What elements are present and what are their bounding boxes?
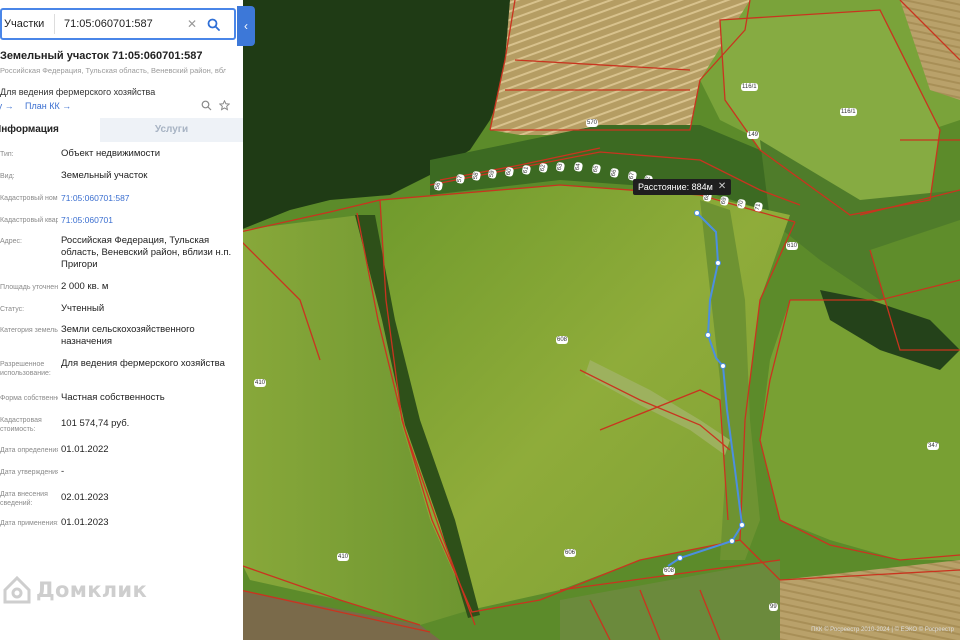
collapse-panel-button[interactable]: ‹ bbox=[237, 6, 255, 46]
parcel-purpose: Для ведения фермерского хозяйства bbox=[0, 87, 156, 97]
detail-label: Кадастровая стоимость: bbox=[0, 417, 42, 433]
detail-value: - bbox=[61, 466, 65, 477]
distance-tooltip: Расстояние: 884м ✕ bbox=[633, 179, 732, 195]
detail-value: Объект недвижимости bbox=[61, 148, 161, 159]
detail-value: Для ведения фермерского хозяйства bbox=[61, 358, 225, 369]
detail-value: 01.01.2023 bbox=[61, 517, 109, 528]
detail-label: Форма собственности: bbox=[0, 395, 58, 402]
plot-label: 608 bbox=[556, 336, 569, 344]
detail-label: Дата определения: bbox=[0, 447, 58, 454]
detail-label: Дата применения: bbox=[0, 520, 58, 527]
detail-label: Адрес: bbox=[0, 238, 22, 245]
tab-services[interactable]: Услуги bbox=[100, 118, 243, 142]
plot-label: 606 bbox=[564, 549, 577, 557]
detail-value: 101 574,74 руб. bbox=[61, 418, 130, 429]
close-icon[interactable]: ✕ bbox=[718, 179, 726, 195]
search-icon bbox=[207, 18, 220, 31]
star-icon[interactable] bbox=[218, 99, 231, 113]
distance-label: Расстояние: 884м bbox=[638, 182, 713, 192]
detail-value: 2 000 кв. м bbox=[61, 281, 109, 292]
plot-label: 99 bbox=[769, 603, 778, 611]
domclick-wordmark: Домклик bbox=[36, 578, 147, 602]
detail-label: Площадь уточненная: bbox=[0, 284, 58, 291]
plot-label: 347 bbox=[927, 442, 940, 450]
detail-value: Земельный участок bbox=[61, 170, 148, 181]
search-input[interactable] bbox=[55, 18, 185, 30]
detail-value: 02.01.2023 bbox=[61, 492, 109, 503]
detail-value: Учтенный bbox=[61, 303, 105, 314]
detail-value: Земли сельскохозяйственного назначения bbox=[61, 324, 195, 347]
detail-label: Дата внесения сведений: bbox=[0, 491, 48, 507]
link-pusty[interactable]: Пусту → bbox=[0, 101, 14, 111]
search-button[interactable] bbox=[203, 14, 223, 34]
detail-label: Категория земель: bbox=[0, 327, 58, 334]
search-category-select[interactable]: Участки bbox=[2, 18, 54, 30]
detail-label: Кадастровый номер: bbox=[0, 195, 58, 202]
plot-label: 116/1 bbox=[840, 108, 857, 116]
search-bar: Участки ✕ bbox=[0, 8, 236, 40]
detail-value: Частная собственность bbox=[61, 392, 165, 403]
detail-label: Вид: bbox=[0, 173, 15, 180]
parcel-title: Земельный участок 71:05:060701:587 bbox=[0, 50, 203, 62]
chevron-left-icon: ‹ bbox=[244, 19, 248, 33]
cadastral-number-link[interactable]: 71:05:060701:587 bbox=[61, 192, 239, 204]
cadastral-quarter-link[interactable]: 71:05:060701 bbox=[61, 214, 239, 226]
detail-label: Дата утверждения: bbox=[0, 469, 58, 476]
link-plan-kk[interactable]: План КК → bbox=[25, 101, 71, 111]
detail-label: Тип: bbox=[0, 151, 14, 158]
plot-label: 570 bbox=[586, 119, 599, 127]
domclick-watermark: Домклик bbox=[2, 570, 147, 610]
panel-tabs: Информация Услуги bbox=[0, 118, 243, 142]
detail-label: Разрешенное использование: bbox=[0, 361, 51, 377]
tab-info[interactable]: Информация bbox=[0, 118, 94, 142]
clear-icon[interactable]: ✕ bbox=[185, 17, 199, 31]
plot-label: 116/1 bbox=[741, 83, 758, 91]
card-actions: Пусту → План КК → bbox=[0, 99, 236, 113]
detail-value: 01.01.2022 bbox=[61, 444, 109, 455]
plot-label: 410 bbox=[337, 553, 350, 561]
domclick-logo-icon bbox=[3, 575, 31, 604]
map-copyright: ПКК © Росреестр 2010-2024 | © ЕЭКО © Рос… bbox=[811, 627, 954, 633]
zoom-icon[interactable] bbox=[201, 100, 212, 113]
parcel-address: Российская Федерация, Тульская область, … bbox=[0, 66, 226, 75]
plot-label: 410 bbox=[254, 379, 267, 387]
detail-value: Российская Федерация, Тульская область, … bbox=[61, 235, 232, 270]
detail-label: Кадастровый квартал: bbox=[0, 217, 58, 224]
info-panel: Участки ✕ Земельный участок 71:05:060701… bbox=[0, 0, 243, 640]
plot-label: 149 bbox=[747, 131, 760, 139]
detail-label: Статус: bbox=[0, 306, 25, 313]
plot-label: 608 bbox=[663, 567, 676, 575]
plot-label: 610 bbox=[786, 242, 799, 250]
